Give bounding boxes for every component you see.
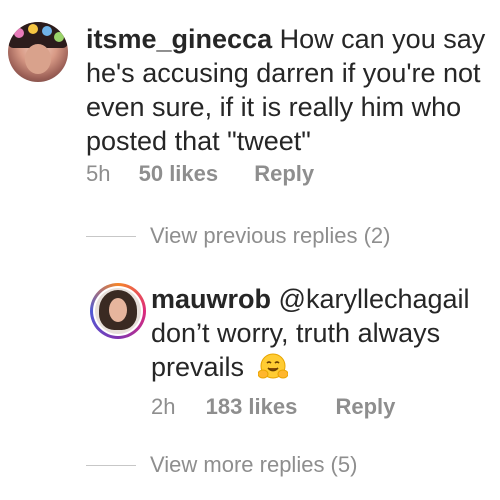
flower-crown-icon xyxy=(42,26,52,36)
view-more-replies-button[interactable]: View more replies (5) xyxy=(86,452,357,478)
avatar-mauwrob[interactable] xyxy=(90,283,146,339)
comment-username[interactable]: itsme_ginecca xyxy=(86,24,272,54)
reply-meta: 2h 183 likes Reply xyxy=(151,394,395,420)
comment-meta: 5h 50 likes Reply xyxy=(86,161,314,187)
reply-body: mauwrob @karyllechagail don’t worry, tru… xyxy=(151,282,496,384)
avatar-face xyxy=(109,298,127,322)
comment-text: don’t worry, truth always prevails xyxy=(151,318,441,382)
avatar-itsme-ginecca[interactable] xyxy=(8,22,68,82)
comment-username[interactable]: mauwrob xyxy=(151,284,271,314)
divider-line xyxy=(86,235,136,237)
view-previous-replies-button[interactable]: View previous replies (2) xyxy=(86,223,390,249)
reply-button[interactable]: Reply xyxy=(254,161,314,186)
avatar-face xyxy=(25,44,51,74)
comment-body: itsme_ginecca How can you say he's accus… xyxy=(86,22,496,158)
mention-link[interactable]: @karyllechagail xyxy=(279,284,470,314)
view-more-replies-label: View more replies (5) xyxy=(150,452,358,477)
view-previous-replies-label: View previous replies (2) xyxy=(150,223,391,248)
likes-count-link[interactable]: 183 likes xyxy=(206,394,298,419)
flower-crown-icon xyxy=(54,32,64,42)
avatar-photo xyxy=(95,288,141,334)
flower-crown-icon xyxy=(28,24,38,34)
flower-crown-icon xyxy=(14,28,24,38)
comment-timestamp: 2h xyxy=(151,394,176,419)
comment-timestamp: 5h xyxy=(86,161,111,186)
avatar-ring-inner xyxy=(93,286,143,336)
divider-line xyxy=(86,464,136,466)
likes-count-link[interactable]: 50 likes xyxy=(139,161,219,186)
hugging-face-emoji-icon xyxy=(257,353,288,379)
reply-button[interactable]: Reply xyxy=(335,394,395,419)
